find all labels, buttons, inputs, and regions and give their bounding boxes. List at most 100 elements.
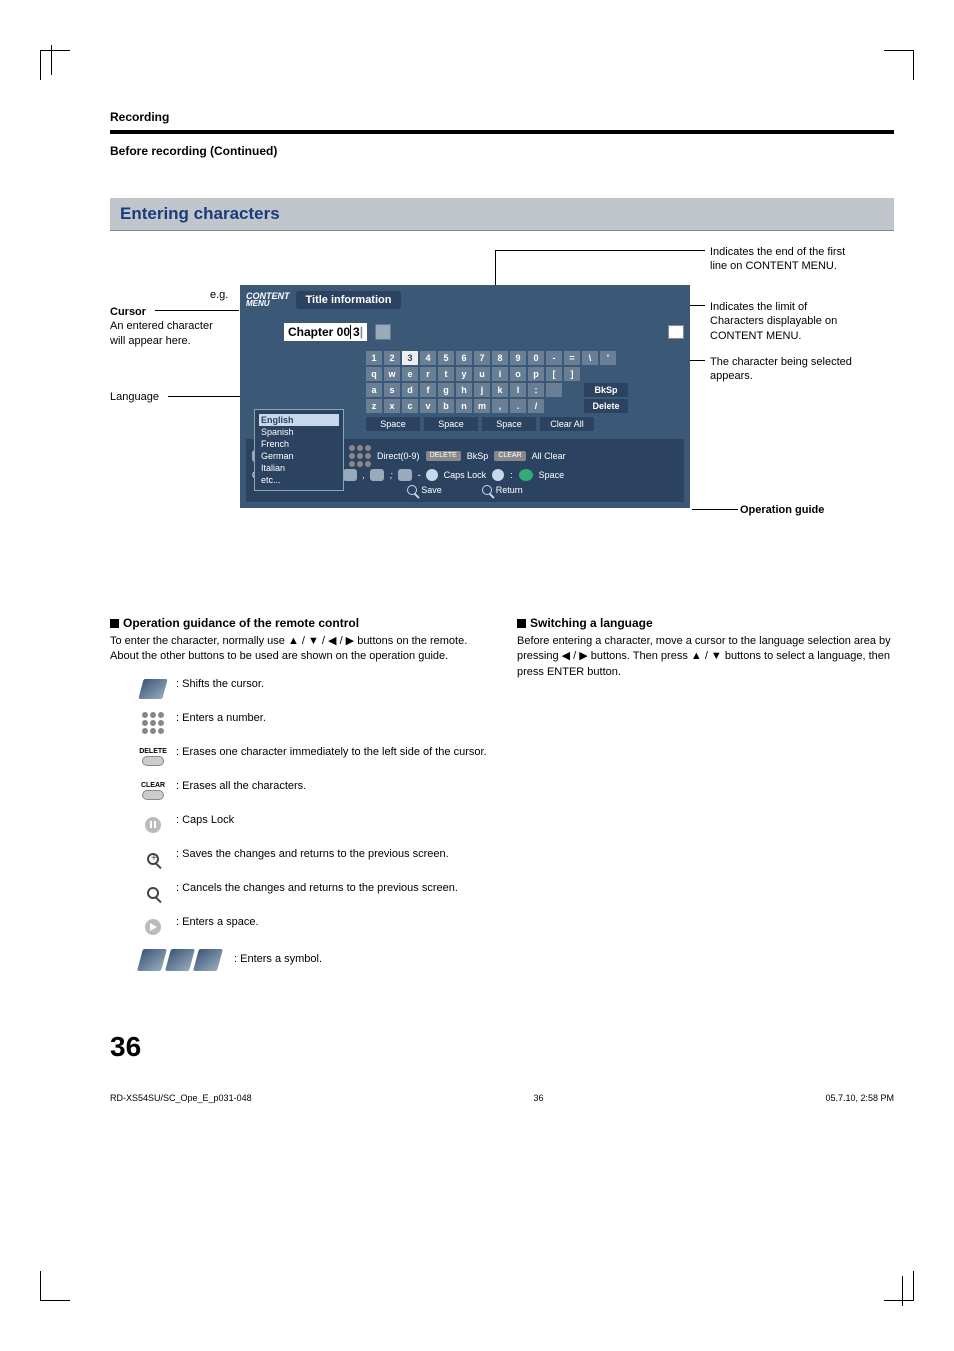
clear-pill-icon: CLEAR <box>494 451 525 461</box>
key[interactable]: 9 <box>510 351 526 365</box>
legend-item: CLEAR : Erases all the characters. <box>110 779 487 803</box>
on-screen-keyboard[interactable]: 1234567890-=\' qwertyuiop[] asdfghjkl: BkSp… <box>246 351 684 413</box>
zoom-plus-icon <box>140 847 166 871</box>
key[interactable]: o <box>510 367 526 381</box>
lang-item-spanish[interactable]: Spanish <box>259 426 339 438</box>
key[interactable]: 1 <box>366 351 382 365</box>
key[interactable]: u <box>474 367 490 381</box>
thumbnail-icon <box>375 324 391 340</box>
left-column: Operation guidance of the remote control… <box>110 615 487 971</box>
key[interactable]: b <box>438 399 454 413</box>
legend-item: : Shifts the cursor. <box>110 677 487 701</box>
key[interactable]: - <box>546 351 562 365</box>
pause-icon <box>426 469 438 481</box>
key[interactable]: \ <box>582 351 598 365</box>
key[interactable]: . <box>510 399 526 413</box>
key[interactable]: r <box>420 367 436 381</box>
key[interactable]: : <box>528 383 544 397</box>
section-title: Entering characters <box>110 198 894 231</box>
label-limit: Indicates the limit of Characters displa… <box>710 300 860 343</box>
key[interactable]: , <box>492 399 508 413</box>
legend-text: : Shifts the cursor. <box>176 677 264 692</box>
key[interactable]: 2 <box>384 351 400 365</box>
footer-left: RD-XS54SU/SC_Ope_E_p031-048 <box>110 1093 252 1103</box>
key[interactable]: / <box>528 399 544 413</box>
key[interactable]: t <box>438 367 454 381</box>
key[interactable]: g <box>438 383 454 397</box>
label-selected-char: The character being selected appears. <box>710 355 860 384</box>
key[interactable]: f <box>420 383 436 397</box>
key[interactable]: ] <box>564 367 580 381</box>
left-col-intro: To enter the character, normally use ▲ /… <box>110 634 487 665</box>
osd-screen: CONTENT MENU Title information Chapter 0… <box>240 285 690 508</box>
legend-item: : Enters a number. <box>110 711 487 735</box>
key-bksp[interactable]: BkSp <box>584 383 628 397</box>
key[interactable]: 8 <box>492 351 508 365</box>
key[interactable]: ' <box>600 351 616 365</box>
lang-item-german[interactable]: German <box>259 450 339 462</box>
key[interactable]: 0 <box>528 351 544 365</box>
right-col-body: Before entering a character, move a curs… <box>517 634 894 680</box>
right-column: Switching a language Before entering a c… <box>517 615 894 971</box>
lang-item-french[interactable]: French <box>259 438 339 450</box>
key-space[interactable]: Space <box>424 417 478 431</box>
key[interactable]: 7 <box>474 351 490 365</box>
legend-text: : Enters a space. <box>176 915 259 930</box>
key[interactable]: m <box>474 399 490 413</box>
key[interactable]: h <box>456 383 472 397</box>
key[interactable]: d <box>402 383 418 397</box>
skip-icon <box>343 469 357 481</box>
leader-line <box>155 310 239 311</box>
left-col-title: Operation guidance of the remote control <box>123 615 359 632</box>
footer: RD-XS54SU/SC_Ope_E_p031-048 36 05.7.10, … <box>110 1093 894 1103</box>
key[interactable]: 5 <box>438 351 454 365</box>
key-delete[interactable]: Delete <box>584 399 628 413</box>
key[interactable]: = <box>564 351 580 365</box>
key[interactable]: a <box>366 383 382 397</box>
label-cursor-desc: An entered character will appear here. <box>110 320 213 346</box>
key[interactable]: s <box>384 383 400 397</box>
key[interactable]: j <box>474 383 490 397</box>
key[interactable]: 6 <box>456 351 472 365</box>
key[interactable]: [ <box>546 367 562 381</box>
play-icon <box>519 469 533 481</box>
leader-line <box>692 509 738 510</box>
ff-icon <box>398 469 412 481</box>
lang-item-etc[interactable]: etc... <box>259 474 339 486</box>
chapter-input[interactable]: Chapter 003| <box>284 323 367 341</box>
legend-item: : Caps Lock <box>110 813 487 837</box>
title-info-label: Title information <box>296 291 402 309</box>
key[interactable]: e <box>402 367 418 381</box>
key[interactable]: l <box>510 383 526 397</box>
key[interactable]: 3 <box>402 351 418 365</box>
clear-button-icon: CLEAR <box>140 779 166 803</box>
delete-button-icon: DELETE <box>140 745 166 769</box>
label-end-line: Indicates the end of the first line on C… <box>710 245 860 274</box>
key[interactable]: p <box>528 367 544 381</box>
key[interactable]: n <box>456 399 472 413</box>
key-clear-all[interactable]: Clear All <box>540 417 594 431</box>
bullet-icon <box>517 619 526 628</box>
bullet-icon <box>110 619 119 628</box>
legend-text: : Erases all the characters. <box>176 779 306 794</box>
key[interactable]: y <box>456 367 472 381</box>
key[interactable]: x <box>384 399 400 413</box>
key[interactable]: k <box>492 383 508 397</box>
lang-item-italian[interactable]: Italian <box>259 462 339 474</box>
key[interactable]: c <box>402 399 418 413</box>
key[interactable]: 4 <box>420 351 436 365</box>
language-list[interactable]: English Spanish French German Italian et… <box>254 409 344 491</box>
key-space[interactable]: Space <box>482 417 536 431</box>
key-space[interactable]: Space <box>366 417 420 431</box>
key[interactable]: v <box>420 399 436 413</box>
key[interactable]: w <box>384 367 400 381</box>
crop-mark <box>884 50 914 80</box>
footer-center: 36 <box>534 1093 544 1103</box>
play-button-icon <box>140 915 166 939</box>
key[interactable]: z <box>366 399 382 413</box>
key[interactable]: i <box>492 367 508 381</box>
key[interactable]: q <box>366 367 382 381</box>
lang-item-english[interactable]: English <box>259 414 339 426</box>
label-op-guide: Operation guide <box>740 503 890 517</box>
key[interactable] <box>546 383 562 397</box>
